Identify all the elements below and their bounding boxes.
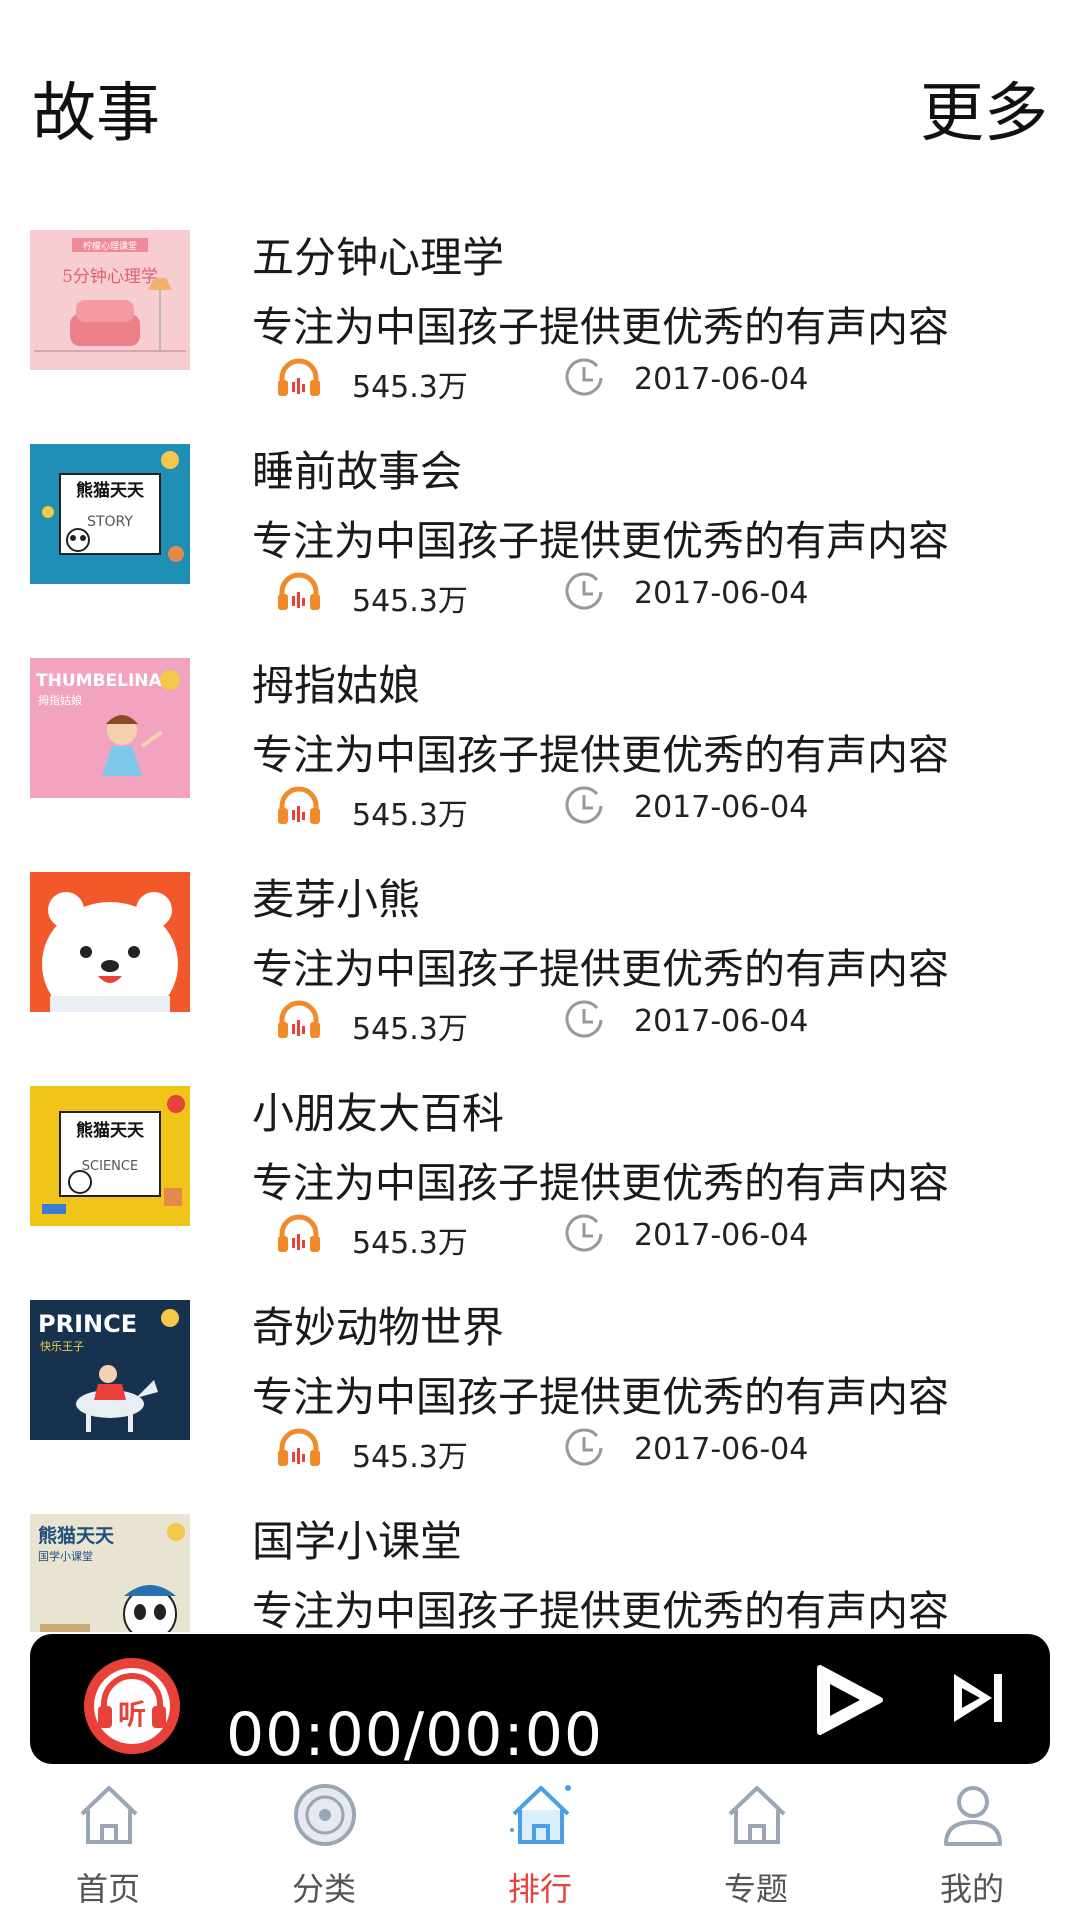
cover-title: 熊猫天天 <box>76 480 145 501</box>
item-description: 专注为中国孩子提供更优秀的有声内容 <box>252 1373 949 1421</box>
clock-icon <box>565 1428 603 1466</box>
home-icon <box>728 1786 786 1844</box>
cover-caption: 快乐王子 <box>40 1340 84 1353</box>
item-title: 麦芽小熊 <box>252 875 421 924</box>
cover-caption: 柠檬心理课堂 <box>83 240 137 252</box>
headphones-icon <box>278 1214 320 1252</box>
clock-icon <box>565 786 603 824</box>
clock-icon <box>565 358 603 396</box>
nav-home[interactable]: 首页 <box>0 1764 216 1920</box>
album-cover: 熊猫天天 SCIENCE <box>30 1086 190 1226</box>
cover-caption: STORY <box>87 514 133 530</box>
list-item[interactable]: THUMBELINA 拇指姑娘 拇指姑娘 专注为中国孩子提供更优秀的有声内容 5… <box>0 628 1080 842</box>
cover-title: 5分钟心理学 <box>62 267 158 287</box>
skip-next-icon[interactable] <box>948 1668 1008 1728</box>
home-icon <box>80 1786 138 1844</box>
item-title: 五分钟心理学 <box>252 233 505 282</box>
item-description: 专注为中国孩子提供更优秀的有声内容 <box>252 517 949 565</box>
nav-ranking[interactable]: 排行 <box>432 1764 648 1920</box>
clock-icon <box>565 572 603 610</box>
section-title: 故事 <box>32 77 160 151</box>
play-count: 545.3万 <box>352 798 468 833</box>
cover-caption: SCIENCE <box>82 1159 138 1174</box>
cover-caption: 国学小课堂 <box>38 1549 93 1563</box>
list-item[interactable]: 柠檬心理课堂 5分钟心理学 五分钟心理学 专注为中国孩子提供更优秀的有声内容 5… <box>0 200 1080 414</box>
album-cover: PRINCE 快乐王子 <box>30 1300 190 1440</box>
item-meta: 545.3万 2017-06-04 <box>276 784 1056 833</box>
item-meta: 545.3万 2017-06-04 <box>276 998 1056 1047</box>
list-item[interactable]: 熊猫天天 国学小课堂 国学小课堂 专注为中国孩子提供更优秀的有声内容 <box>0 1484 1080 1632</box>
item-title: 奇妙动物世界 <box>252 1303 505 1352</box>
play-count: 545.3万 <box>352 370 468 405</box>
play-icon[interactable] <box>810 1662 886 1738</box>
publish-date: 2017-06-04 <box>634 1004 809 1039</box>
nav-topics[interactable]: 专题 <box>648 1764 864 1920</box>
item-meta: 545.3万 2017-06-04 <box>276 570 1056 619</box>
cover-title: THUMBELINA <box>36 671 163 691</box>
album-cover: 熊猫天天 国学小课堂 <box>30 1514 190 1632</box>
item-meta: 545.3万 2017-06-04 <box>276 356 1056 405</box>
album-cover: 柠檬心理课堂 5分钟心理学 <box>30 230 190 370</box>
headphones-icon <box>278 358 320 396</box>
playback-time: 00:00/00:00 <box>226 1700 604 1764</box>
clock-icon <box>565 1000 603 1038</box>
more-link[interactable]: 更多 <box>920 62 1048 154</box>
cover-title: PRINCE <box>38 1310 137 1338</box>
album-cover <box>30 872 190 1012</box>
item-meta: 545.3万 2017-06-04 <box>276 1426 1056 1475</box>
play-count: 545.3万 <box>352 584 468 619</box>
app-logo-icon: 听 <box>84 1658 180 1754</box>
list-item[interactable]: 熊猫天天 SCIENCE 小朋友大百科 专注为中国孩子提供更优秀的有声内容 54… <box>0 1056 1080 1270</box>
publish-date: 2017-06-04 <box>634 362 809 397</box>
headphones-icon <box>278 1428 320 1466</box>
bottom-nav: 首页 分类 排行 专题 我的 <box>0 1764 1080 1920</box>
play-count: 545.3万 <box>352 1440 468 1475</box>
headphones-icon <box>278 572 320 610</box>
item-title: 睡前故事会 <box>252 447 463 496</box>
nav-mine[interactable]: 我的 <box>864 1764 1080 1920</box>
publish-date: 2017-06-04 <box>634 576 809 611</box>
cover-title: 熊猫天天 <box>76 1120 145 1141</box>
item-description: 专注为中国孩子提供更优秀的有声内容 <box>252 945 949 993</box>
nav-category[interactable]: 分类 <box>216 1764 432 1920</box>
item-description: 专注为中国孩子提供更优秀的有声内容 <box>252 1159 949 1207</box>
nav-label: 分类 <box>291 1870 356 1908</box>
item-title: 国学小课堂 <box>252 1517 463 1566</box>
publish-date: 2017-06-04 <box>634 1218 809 1253</box>
album-cover: 熊猫天天 STORY <box>30 444 190 584</box>
header: 故事 更多 <box>0 0 1080 200</box>
list-item[interactable]: 麦芽小熊 专注为中国孩子提供更优秀的有声内容 545.3万 2017-06-04 <box>0 842 1080 1056</box>
nav-label: 专题 <box>723 1870 788 1908</box>
nav-label: 我的 <box>939 1870 1004 1908</box>
publish-date: 2017-06-04 <box>634 1432 809 1467</box>
user-icon <box>944 1786 1002 1846</box>
play-count: 545.3万 <box>352 1226 468 1261</box>
cover-caption: 拇指姑娘 <box>38 693 82 707</box>
story-list: 柠檬心理课堂 5分钟心理学 五分钟心理学 专注为中国孩子提供更优秀的有声内容 5… <box>0 200 1080 1632</box>
item-meta: 545.3万 2017-06-04 <box>276 1212 1056 1261</box>
item-description: 专注为中国孩子提供更优秀的有声内容 <box>252 731 949 779</box>
nav-label: 排行 <box>507 1870 572 1908</box>
home-icon <box>510 1785 571 1844</box>
headphones-icon <box>278 1000 320 1038</box>
album-cover: THUMBELINA 拇指姑娘 <box>30 658 190 798</box>
item-title: 拇指姑娘 <box>252 661 421 710</box>
logo-text: 听 <box>118 1698 146 1731</box>
list-item[interactable]: 熊猫天天 STORY 睡前故事会 专注为中国孩子提供更优秀的有声内容 545.3… <box>0 414 1080 628</box>
item-title: 小朋友大百科 <box>252 1089 505 1138</box>
item-description: 专注为中国孩子提供更优秀的有声内容 <box>252 1587 949 1632</box>
list-item[interactable]: PRINCE 快乐王子 奇妙动物世界 专注为中国孩子提供更优秀的有声内容 545… <box>0 1270 1080 1484</box>
headphones-icon <box>278 786 320 824</box>
item-description: 专注为中国孩子提供更优秀的有声内容 <box>252 303 949 351</box>
clock-icon <box>565 1214 603 1252</box>
publish-date: 2017-06-04 <box>634 790 809 825</box>
nav-label: 首页 <box>75 1870 140 1908</box>
cover-title: 熊猫天天 <box>38 1524 115 1547</box>
disc-icon <box>294 1784 356 1846</box>
play-count: 545.3万 <box>352 1012 468 1047</box>
mini-player[interactable]: 听 00:00/00:00 <box>30 1634 1050 1764</box>
